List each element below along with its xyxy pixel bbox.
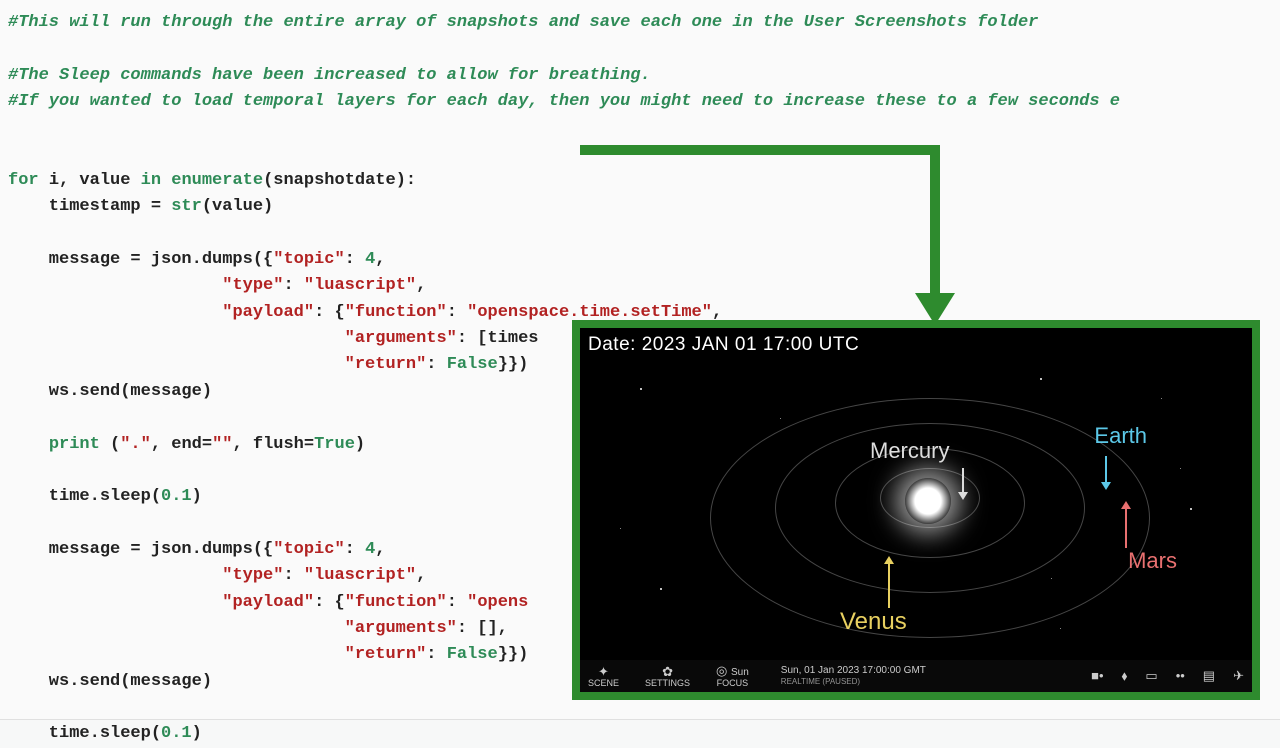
gear-icon: ✿ bbox=[662, 665, 673, 678]
preview-toolbar: ✦ SCENE ✿ SETTINGS ◎ Sun FOCUS Sun, 01 J… bbox=[580, 660, 1252, 692]
arrow-icon bbox=[888, 563, 890, 608]
comment: #This will run through the entire array … bbox=[8, 13, 1038, 32]
focus-button[interactable]: ◎ Sun FOCUS bbox=[716, 664, 749, 688]
film-icon[interactable]: ▤ bbox=[1203, 668, 1215, 684]
openspace-preview: Date: 2023 JAN 01 17:00 UTC Mercury Eart… bbox=[572, 320, 1260, 700]
label-earth: Earth bbox=[1094, 423, 1147, 449]
label-mercury: Mercury bbox=[870, 438, 949, 464]
settings-button[interactable]: ✿ SETTINGS bbox=[645, 665, 690, 688]
time-display[interactable]: Sun, 01 Jan 2023 17:00:00 GMT REALTIME (… bbox=[781, 665, 926, 687]
target-icon: ◎ Sun bbox=[716, 664, 749, 678]
scene-button[interactable]: ✦ SCENE bbox=[588, 665, 619, 688]
sun-icon bbox=[905, 478, 951, 524]
rocket-icon[interactable]: ✈ bbox=[1233, 668, 1244, 684]
arrow-icon bbox=[1125, 508, 1127, 548]
star-icon: ✦ bbox=[598, 665, 609, 678]
date-stamp: Date: 2023 JAN 01 17:00 UTC bbox=[588, 334, 859, 356]
arrow-icon bbox=[962, 468, 964, 496]
camera-icon[interactable]: ■• bbox=[1091, 668, 1103, 684]
arrow-icon bbox=[1105, 456, 1107, 486]
dots-icon[interactable]: •• bbox=[1176, 668, 1185, 684]
comment: #The Sleep commands have been increased … bbox=[8, 66, 651, 85]
location-icon[interactable]: ⬧ bbox=[1122, 668, 1128, 684]
label-mars: Mars bbox=[1128, 548, 1177, 574]
keyword-for: for bbox=[8, 171, 39, 190]
label-venus: Venus bbox=[840, 608, 907, 636]
image-icon[interactable]: ▭ bbox=[1145, 668, 1157, 684]
comment: #If you wanted to load temporal layers f… bbox=[8, 92, 1120, 111]
